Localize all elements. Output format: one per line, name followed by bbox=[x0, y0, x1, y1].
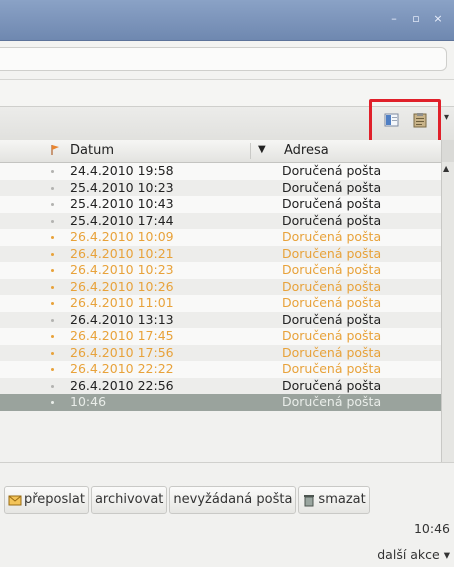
read-status-icon[interactable] bbox=[51, 401, 54, 404]
flag-icon[interactable] bbox=[50, 144, 60, 156]
read-status-icon[interactable] bbox=[51, 170, 54, 173]
column-separator[interactable] bbox=[250, 143, 251, 159]
message-date: 10:46 bbox=[70, 394, 107, 409]
trash-icon bbox=[304, 495, 315, 507]
read-status-icon[interactable] bbox=[51, 269, 54, 272]
message-folder: Doručená pošta bbox=[282, 179, 382, 195]
message-folder: Doručená pošta bbox=[282, 394, 382, 409]
message-row[interactable]: 26.4.2010 13:13 Doručená pošta bbox=[0, 311, 441, 328]
message-folder: Doručená pošta bbox=[282, 163, 382, 178]
message-row[interactable]: 25.4.2010 10:23 Doručená pošta bbox=[0, 179, 441, 196]
message-folder: Doručená pošta bbox=[282, 212, 382, 228]
message-time: 10:46 bbox=[413, 521, 450, 536]
message-date: 26.4.2010 17:56 bbox=[70, 344, 174, 360]
read-status-icon[interactable] bbox=[51, 384, 54, 388]
message-folder: Doručená pošta bbox=[282, 229, 382, 244]
message-date: 26.4.2010 11:01 bbox=[70, 295, 174, 310]
column-picker[interactable] bbox=[442, 140, 454, 162]
column-address[interactable]: Adresa bbox=[284, 143, 329, 158]
read-status-icon[interactable] bbox=[51, 302, 54, 305]
message-date: 26.4.2010 10:09 bbox=[70, 229, 174, 244]
top-toolbar bbox=[0, 41, 454, 80]
message-row[interactable]: 26.4.2010 22:56 Doručená pošta bbox=[0, 377, 441, 394]
message-folder: Doručená pošta bbox=[282, 377, 382, 393]
read-status-icon[interactable] bbox=[51, 368, 54, 371]
forward-label: přeposlat bbox=[24, 492, 85, 507]
message-date: 26.4.2010 10:26 bbox=[70, 278, 174, 294]
message-folder: Doručená pošta bbox=[282, 328, 382, 343]
message-folder: Doručená pošta bbox=[282, 278, 382, 294]
message-row[interactable]: 26.4.2010 17:56 Doručená pošta bbox=[0, 344, 441, 361]
message-row[interactable]: 26.4.2010 10:09 Doručená pošta bbox=[0, 229, 441, 246]
message-date: 26.4.2010 17:45 bbox=[70, 328, 174, 343]
message-row[interactable]: 24.4.2010 19:58 Doručená pošta bbox=[0, 163, 441, 180]
archive-button[interactable]: archivovat bbox=[90, 486, 168, 514]
scroll-up-icon[interactable]: ▲ bbox=[443, 164, 449, 173]
archive-label: archivovat bbox=[94, 492, 164, 507]
window-controls: – ▫ × bbox=[386, 12, 446, 26]
window-titlebar[interactable]: – ▫ × bbox=[0, 0, 454, 41]
read-status-icon[interactable] bbox=[51, 236, 54, 239]
delete-label: smazat bbox=[318, 492, 366, 507]
read-status-icon[interactable] bbox=[51, 318, 54, 322]
read-status-icon[interactable] bbox=[51, 219, 54, 223]
message-date: 26.4.2010 22:56 bbox=[70, 377, 174, 393]
column-header: Datum ▼ Adresa bbox=[0, 140, 441, 163]
read-status-icon[interactable] bbox=[51, 335, 54, 338]
message-folder: Doručená pošta bbox=[282, 311, 382, 327]
message-folder: Doručená pošta bbox=[282, 295, 382, 310]
message-row[interactable]: 26.4.2010 10:21 Doručená pošta bbox=[0, 245, 441, 262]
message-row[interactable]: 25.4.2010 17:44 Doručená pošta bbox=[0, 212, 441, 229]
read-status-icon[interactable] bbox=[51, 285, 54, 289]
message-row[interactable]: 26.4.2010 22:22 Doručená pošta bbox=[0, 361, 441, 378]
spam-button[interactable]: nevyžádaná pošta bbox=[169, 486, 297, 514]
message-folder: Doručená pošta bbox=[282, 196, 382, 211]
forward-mail-icon bbox=[8, 495, 22, 506]
toolbar-menu-arrow-icon[interactable]: ▾ bbox=[444, 112, 449, 123]
read-status-icon[interactable] bbox=[51, 203, 54, 206]
message-date: 26.4.2010 13:13 bbox=[70, 311, 174, 327]
forward-button[interactable]: přeposlat bbox=[4, 486, 89, 514]
message-row[interactable]: 10:46 Doručená pošta bbox=[0, 394, 441, 411]
message-list: 24.4.2010 19:58 Doručená pošta 25.4.2010 1… bbox=[0, 163, 441, 411]
close-icon[interactable]: × bbox=[430, 12, 446, 26]
message-folder: Doručená pošta bbox=[282, 262, 382, 277]
message-row[interactable]: 26.4.2010 10:23 Doručená pošta bbox=[0, 262, 441, 279]
delete-button[interactable]: smazat bbox=[298, 486, 370, 514]
location-field[interactable] bbox=[0, 47, 447, 71]
message-actions: přeposlat archivovat nevyžádaná pošta sm… bbox=[4, 486, 370, 514]
read-status-icon[interactable] bbox=[51, 186, 54, 190]
message-row[interactable]: 26.4.2010 10:26 Doručená pošta bbox=[0, 278, 441, 295]
minimize-icon[interactable]: – bbox=[386, 12, 402, 26]
more-actions-menu[interactable]: další akce ▾ bbox=[377, 547, 450, 562]
message-date: 26.4.2010 10:23 bbox=[70, 262, 174, 277]
sort-descending-icon[interactable]: ▼ bbox=[258, 144, 266, 155]
read-status-icon[interactable] bbox=[51, 351, 54, 355]
message-folder: Doručená pošta bbox=[282, 344, 382, 360]
message-date: 25.4.2010 10:23 bbox=[70, 179, 174, 195]
scrollbar[interactable]: ▲ bbox=[441, 140, 454, 462]
read-status-icon[interactable] bbox=[51, 252, 54, 256]
spam-label: nevyžádaná pošta bbox=[173, 492, 293, 507]
message-folder: Doručená pošta bbox=[282, 245, 382, 261]
message-row[interactable]: 26.4.2010 11:01 Doručená pošta bbox=[0, 295, 441, 312]
message-date: 25.4.2010 17:44 bbox=[70, 212, 174, 228]
message-date: 24.4.2010 19:58 bbox=[70, 163, 174, 178]
message-folder: Doručená pošta bbox=[282, 361, 382, 376]
message-row[interactable]: 25.4.2010 10:43 Doručená pošta bbox=[0, 196, 441, 213]
message-row[interactable]: 26.4.2010 17:45 Doručená pošta bbox=[0, 328, 441, 345]
maximize-icon[interactable]: ▫ bbox=[408, 12, 424, 26]
message-date: 26.4.2010 22:22 bbox=[70, 361, 174, 376]
message-date: 25.4.2010 10:43 bbox=[70, 196, 174, 211]
column-date[interactable]: Datum bbox=[70, 143, 114, 158]
message-date: 26.4.2010 10:21 bbox=[70, 245, 174, 261]
bottom-panel: přeposlat archivovat nevyžádaná pošta sm… bbox=[0, 462, 454, 567]
